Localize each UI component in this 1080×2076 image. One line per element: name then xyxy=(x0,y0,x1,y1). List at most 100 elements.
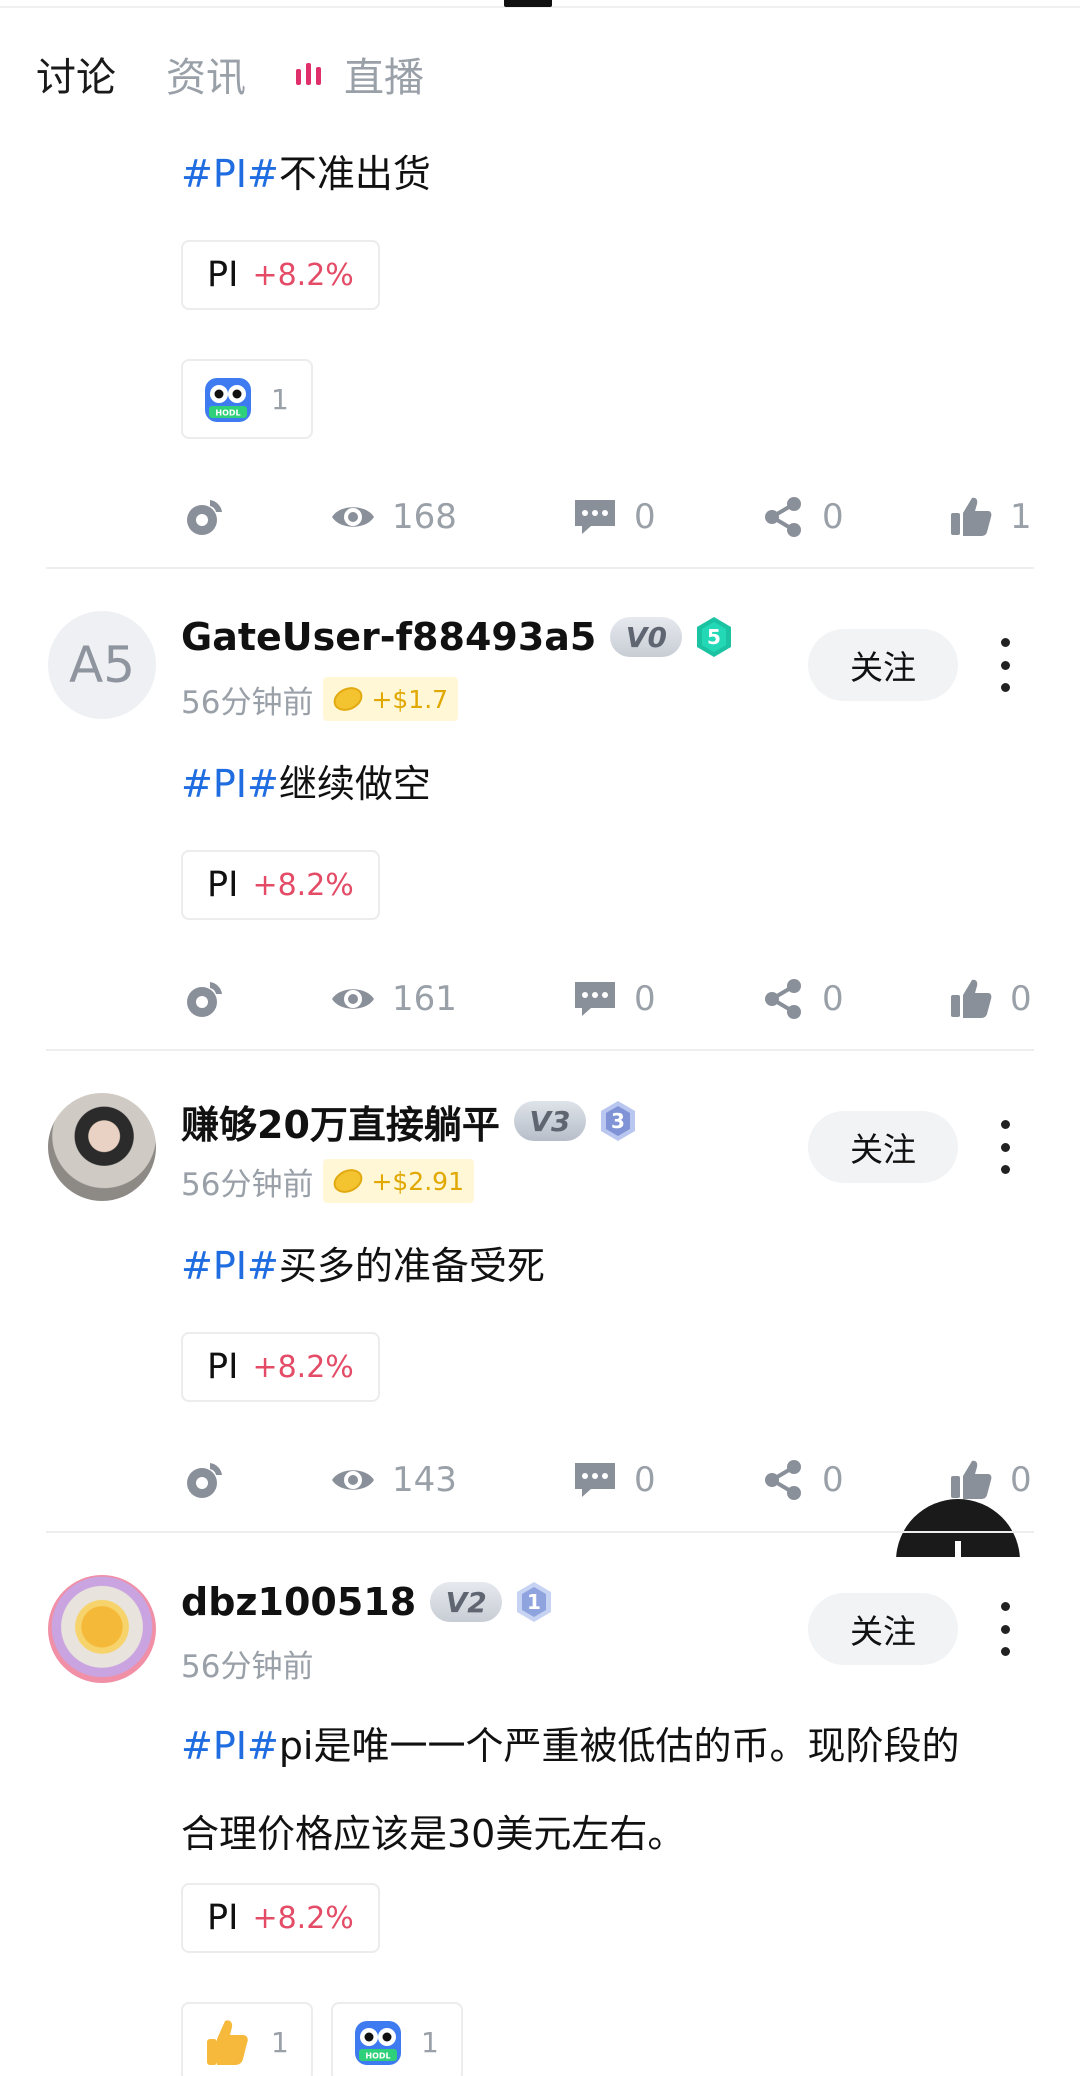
tab-discussion[interactable]: 讨论 xyxy=(36,45,116,103)
avatar[interactable] xyxy=(48,1093,156,1201)
more-options-icon[interactable] xyxy=(988,1602,1022,1656)
username[interactable]: GateUser-f88493a5 xyxy=(181,615,596,659)
level-number: 3 xyxy=(611,1109,625,1133)
follow-button[interactable]: 关注 xyxy=(808,629,958,701)
coin-chip[interactable]: PI +8.2% xyxy=(181,1332,380,1402)
like-button[interactable]: 0 xyxy=(948,974,1032,1024)
post-text: 继续做空 xyxy=(278,762,431,806)
thumbs-up-emoji-icon xyxy=(201,2015,255,2069)
reaction-row: 1 xyxy=(181,359,331,439)
like-button[interactable]: 1 xyxy=(948,492,1032,542)
repost-button[interactable] xyxy=(182,974,228,1024)
hashtag-link[interactable]: #PI# xyxy=(181,1244,279,1288)
user-header: 赚够20万直接躺平 V3 3 xyxy=(181,1094,638,1149)
plus-icon xyxy=(896,1499,1020,1557)
like-button[interactable]: 0 xyxy=(948,1455,1032,1505)
tab-news[interactable]: 资讯 xyxy=(166,45,246,103)
create-post-fab[interactable] xyxy=(896,1499,1020,1557)
level-number: 5 xyxy=(707,625,721,649)
more-options-icon[interactable] xyxy=(988,638,1022,692)
shares-count: 0 xyxy=(822,1460,844,1500)
likes-count: 0 xyxy=(1010,979,1032,1019)
thumbs-up-icon xyxy=(948,1457,994,1503)
share-icon xyxy=(760,976,806,1022)
comment-button[interactable]: 0 xyxy=(572,1455,656,1505)
views-count: 168 xyxy=(392,497,457,537)
vip-badge: V2 xyxy=(430,1582,503,1622)
post-content: #PI#继续做空 xyxy=(181,740,1041,828)
reward-amount: +$1.7 xyxy=(371,684,449,714)
follow-button[interactable]: 关注 xyxy=(808,1111,958,1183)
coin-chip[interactable]: PI +8.2% xyxy=(181,850,380,920)
avatar[interactable]: A5 xyxy=(48,611,156,719)
tip-reward-badge: +$1.7 xyxy=(323,677,459,721)
meta-row: 56分钟前 xyxy=(181,1640,313,1686)
level-badge-icon: 3 xyxy=(598,1099,638,1143)
coin-chip[interactable]: PI +8.2% xyxy=(181,240,380,310)
vip-badge: V3 xyxy=(513,1101,586,1141)
eye-icon xyxy=(330,1457,376,1503)
reaction-thumbs-up[interactable]: 1 xyxy=(181,2002,313,2076)
level-number: 1 xyxy=(527,1590,541,1614)
meta-row: 56分钟前 +$1.7 xyxy=(181,676,459,722)
repost-button[interactable] xyxy=(182,492,228,542)
tab-live[interactable]: 直播 xyxy=(296,45,424,103)
coin-chip[interactable]: PI +8.2% xyxy=(181,1883,380,1953)
drag-handle[interactable] xyxy=(504,0,552,7)
avatar[interactable] xyxy=(48,1575,156,1683)
share-button[interactable]: 0 xyxy=(760,492,844,542)
more-options-icon[interactable] xyxy=(988,1120,1022,1174)
views-count: 143 xyxy=(392,1460,457,1500)
views-count: 161 xyxy=(392,979,457,1019)
coin-symbol: PI xyxy=(207,255,239,295)
thumbs-up-icon xyxy=(948,976,994,1022)
hashtag-link[interactable]: #PI# xyxy=(181,762,279,806)
views-stat: 143 xyxy=(330,1455,457,1505)
comment-button[interactable]: 0 xyxy=(572,492,656,542)
comments-count: 0 xyxy=(634,497,656,537)
post-content: #PI#买多的准备受死 xyxy=(181,1222,1041,1310)
post-stats: 168 0 0 1 xyxy=(182,492,1036,542)
vip-badge: V0 xyxy=(610,617,683,657)
tab-label: 直播 xyxy=(344,55,424,101)
live-bars-icon xyxy=(296,63,326,85)
meta-row: 56分钟前 +$2.91 xyxy=(181,1158,474,1204)
user-header: GateUser-f88493a5 V0 5 xyxy=(181,612,734,662)
post-content: #PI#pi是唯一一个严重被低估的币。现阶段的 合理价格应该是30美元左右。 xyxy=(181,1702,1041,1878)
tab-bar: 讨论 资讯 直播 xyxy=(36,44,474,104)
divider xyxy=(46,567,1034,569)
tab-label: 讨论 xyxy=(36,55,116,101)
avatar-initials: A5 xyxy=(68,636,135,694)
username[interactable]: 赚够20万直接躺平 xyxy=(181,1094,500,1149)
eye-icon xyxy=(330,494,376,540)
hashtag-link[interactable]: #PI# xyxy=(181,152,279,196)
reaction-hodl[interactable]: 1 xyxy=(181,359,313,439)
user-header: dbz100518 V2 1 xyxy=(181,1577,554,1627)
coin-change: +8.2% xyxy=(252,257,354,293)
post-text: pi是唯一一个严重被低估的币。现阶段的 xyxy=(278,1724,960,1768)
reaction-count: 1 xyxy=(271,382,289,416)
eye-icon xyxy=(330,976,376,1022)
comment-icon xyxy=(572,976,618,1022)
share-button[interactable]: 0 xyxy=(760,974,844,1024)
coin-change: +8.2% xyxy=(252,867,354,903)
comment-button[interactable]: 0 xyxy=(572,974,656,1024)
post-text: 不准出货 xyxy=(278,152,431,196)
share-button[interactable]: 0 xyxy=(760,1455,844,1505)
shares-count: 0 xyxy=(822,497,844,537)
comment-icon xyxy=(572,494,618,540)
coin-change: +8.2% xyxy=(252,1349,354,1385)
post-time: 56分钟前 xyxy=(181,1166,314,1203)
reaction-hodl[interactable]: 1 xyxy=(331,2002,463,2076)
username[interactable]: dbz100518 xyxy=(181,1580,416,1624)
likes-count: 0 xyxy=(1010,1460,1032,1500)
coin-change: +8.2% xyxy=(252,1900,354,1936)
reaction-count: 1 xyxy=(421,2025,439,2059)
repost-icon xyxy=(182,494,228,540)
shares-count: 0 xyxy=(822,979,844,1019)
post-time: 56分钟前 xyxy=(181,684,314,721)
hashtag-link[interactable]: #PI# xyxy=(181,1724,279,1768)
repost-button[interactable] xyxy=(182,1455,228,1505)
follow-button[interactable]: 关注 xyxy=(808,1593,958,1665)
views-stat: 168 xyxy=(330,492,457,542)
